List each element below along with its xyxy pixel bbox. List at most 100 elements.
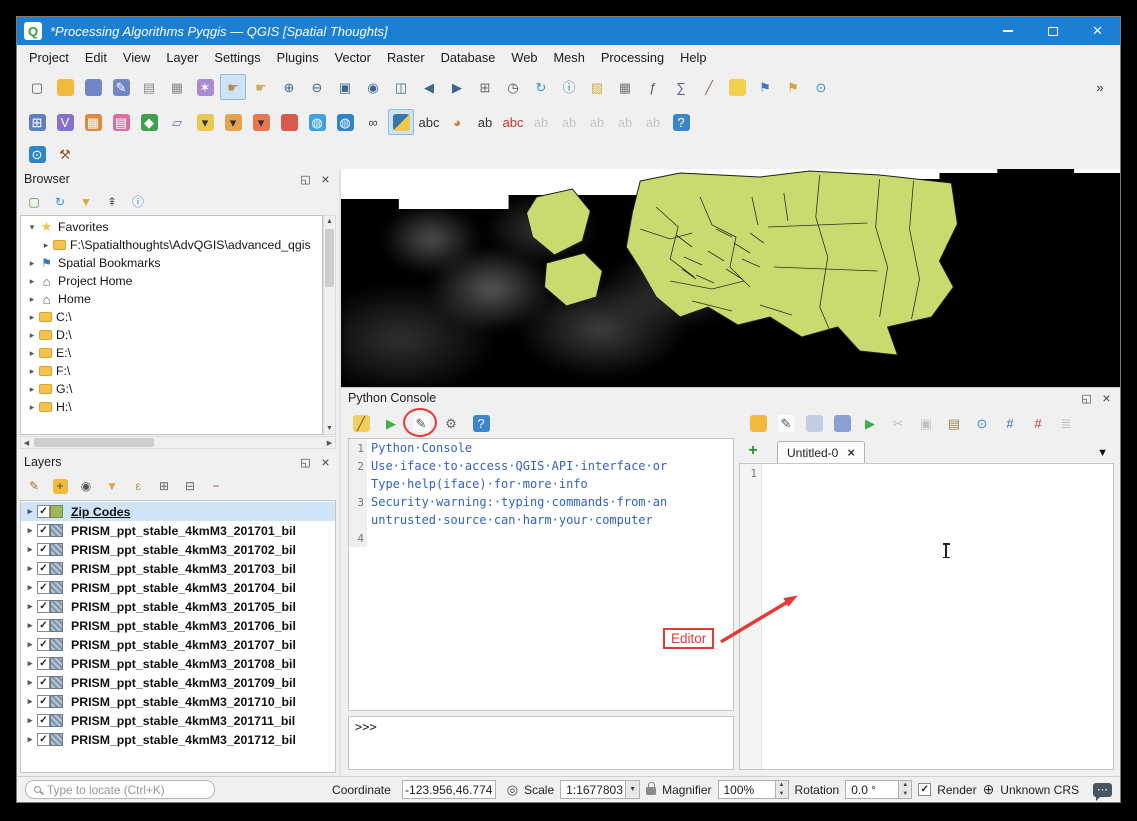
scale-combo[interactable]: 1:1677803 <box>560 780 640 799</box>
expander-icon[interactable]: ▸ <box>39 240 53 251</box>
expander-icon[interactable] <box>23 582 37 593</box>
tree-item[interactable]: ▸ G:\ <box>21 380 322 398</box>
layer-row[interactable]: PRISM_ppt_stable_4kmM3_201705_bil <box>21 597 335 616</box>
expander-icon[interactable] <box>23 734 37 745</box>
magnifier-spinbox[interactable]: 100% <box>718 780 789 799</box>
save-project-as-icon[interactable]: ✎ <box>108 74 134 100</box>
tree-item[interactable]: ▸ F:\Spatialthoughts\AdvQGIS\advanced_qg… <box>21 236 322 254</box>
chevron-down-icon[interactable] <box>626 780 640 799</box>
menu-item[interactable]: Edit <box>77 47 115 68</box>
cut-icon[interactable]: ✂ <box>886 411 910 435</box>
close-panel-icon[interactable] <box>319 173 332 186</box>
menu-item[interactable]: Processing <box>593 47 672 68</box>
expander-icon[interactable] <box>23 544 37 555</box>
new-geopackage-icon[interactable]: ◆ <box>136 109 162 135</box>
tree-item[interactable]: ▸ Spatial Bookmarks <box>21 254 322 272</box>
tree-item[interactable]: ▾ Favorites <box>21 218 322 236</box>
refresh-browser-icon[interactable]: ↻ <box>49 191 71 213</box>
new-mesh-layer-icon[interactable]: ▤ <box>108 109 134 135</box>
uncomment-icon[interactable]: # <box>1026 411 1050 435</box>
scroll-thumb-horizontal[interactable] <box>34 438 154 447</box>
field-calculator-icon[interactable]: ƒ <box>640 74 666 100</box>
manage-themes-icon[interactable]: ◉ <box>75 475 97 497</box>
zoom-last-icon[interactable]: ◀ <box>416 74 442 100</box>
properties-widget-icon[interactable]: ⓘ <box>127 191 149 213</box>
expander-icon[interactable] <box>23 696 37 707</box>
coordinate-input[interactable] <box>402 780 496 799</box>
show-bookmarks-icon[interactable]: ⚑ <box>780 74 806 100</box>
expander-icon[interactable] <box>23 658 37 669</box>
editor-tab[interactable]: Untitled-0 <box>777 441 865 463</box>
menu-item[interactable]: Database <box>433 47 504 68</box>
expander-icon[interactable] <box>23 525 37 536</box>
menu-item[interactable]: View <box>115 47 159 68</box>
menu-item[interactable]: Mesh <box>546 47 593 68</box>
clear-console-icon[interactable]: ╱ <box>349 411 373 435</box>
tree-item[interactable]: ▸ C:\ <box>21 308 322 326</box>
spin-down-icon[interactable] <box>776 790 788 799</box>
save-script-icon[interactable] <box>802 411 826 435</box>
rotation-spinbox[interactable]: 0.0 ° <box>845 780 912 799</box>
expander-icon[interactable] <box>23 506 37 517</box>
expander-icon[interactable] <box>23 563 37 574</box>
expander-icon[interactable] <box>23 715 37 726</box>
scroll-thumb[interactable] <box>325 229 334 287</box>
layer-row[interactable]: Zip Codes <box>21 502 335 521</box>
expander-icon[interactable]: ▸ <box>25 276 39 287</box>
tree-item[interactable]: ▸ H:\ <box>21 398 322 416</box>
plugin-builder-icon[interactable]: ⚒ <box>52 141 78 167</box>
expander-icon[interactable] <box>23 620 37 631</box>
osm-place-search-icon[interactable]: ⊙ <box>24 141 50 167</box>
crs-globe-icon[interactable] <box>983 781 995 798</box>
float-panel-icon[interactable] <box>299 456 312 469</box>
identify-features-icon[interactable]: ⓘ <box>556 74 582 100</box>
layer-row[interactable]: PRISM_ppt_stable_4kmM3_201701_bil <box>21 521 335 540</box>
editor-list-dropdown-icon[interactable] <box>1097 447 1108 459</box>
label-pin-icon[interactable]: ab <box>472 109 498 135</box>
scroll-left-icon[interactable] <box>21 437 32 448</box>
metasearch-icon[interactable]: ◍ <box>304 109 330 135</box>
render-checkbox[interactable] <box>918 783 931 796</box>
rotation-value[interactable]: 0.0 ° <box>845 780 899 799</box>
new-project-icon[interactable]: ▢ <box>24 74 50 100</box>
locator-search[interactable] <box>25 780 215 799</box>
statistical-summary-icon[interactable]: ∑ <box>668 74 694 100</box>
menu-item[interactable]: Project <box>21 47 77 68</box>
select-dropdown-icon[interactable]: ▾ <box>192 109 218 135</box>
new-print-layout-icon[interactable]: ▤ <box>136 74 162 100</box>
editor-area[interactable]: 1 <box>739 463 1114 770</box>
paste-style-dropdown-icon[interactable]: ▾ <box>248 109 274 135</box>
layer-styling-icon[interactable]: ✎ <box>23 475 45 497</box>
run-command-icon[interactable]: ▶ <box>379 411 403 435</box>
open-attribute-table-icon[interactable]: ▦ <box>612 74 638 100</box>
scroll-down-icon[interactable] <box>324 423 335 434</box>
scale-lock-icon[interactable] <box>646 787 656 795</box>
layer-checkbox[interactable] <box>37 505 50 518</box>
layer-checkbox[interactable] <box>37 581 50 594</box>
layer-checkbox[interactable] <box>37 619 50 632</box>
refresh-map-icon[interactable]: ↻ <box>528 74 554 100</box>
label-toolbar-abc-icon[interactable]: abc <box>416 109 442 135</box>
new-bookmark-icon[interactable]: ⚑ <box>752 74 778 100</box>
expander-icon[interactable] <box>23 601 37 612</box>
tree-item[interactable]: ▸ Project Home <box>21 272 322 290</box>
expander-icon[interactable] <box>23 677 37 688</box>
show-editor-icon[interactable]: ✎ <box>409 411 433 435</box>
zoom-to-selection-icon[interactable]: ◉ <box>360 74 386 100</box>
label-change-icon[interactable]: ab <box>584 109 610 135</box>
menu-item[interactable]: Settings <box>206 47 268 68</box>
remove-layer-icon[interactable]: − <box>205 475 227 497</box>
minimize-button[interactable] <box>985 17 1030 45</box>
maximize-button[interactable] <box>1030 17 1075 45</box>
search-layers-icon[interactable]: ∞ <box>360 109 386 135</box>
layer-row[interactable]: PRISM_ppt_stable_4kmM3_201708_bil <box>21 654 335 673</box>
layer-checkbox[interactable] <box>37 638 50 651</box>
layer-checkbox[interactable] <box>37 562 50 575</box>
zoom-to-layer-icon[interactable]: ◫ <box>388 74 414 100</box>
save-project-icon[interactable] <box>80 74 106 100</box>
console-options-icon[interactable]: ⚙ <box>439 411 463 435</box>
paste-icon[interactable]: ▤ <box>942 411 966 435</box>
close-tab-icon[interactable] <box>847 445 855 460</box>
float-panel-icon[interactable] <box>1080 392 1093 405</box>
locator-input[interactable] <box>47 783 206 797</box>
